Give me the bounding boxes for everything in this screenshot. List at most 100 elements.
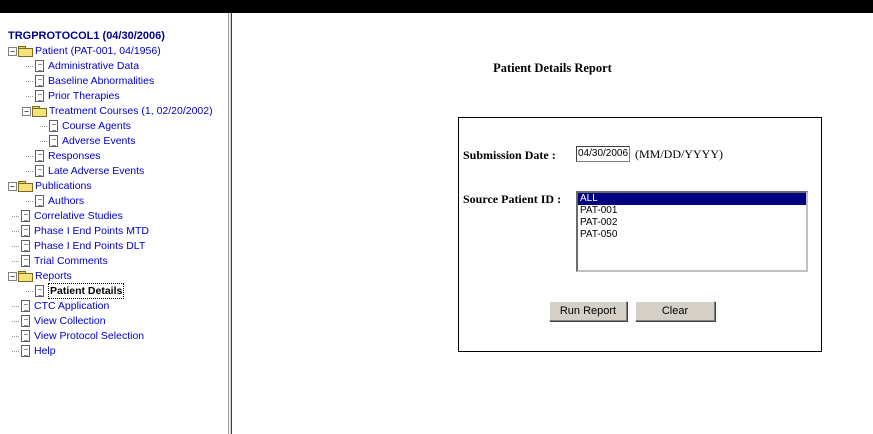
patient-option[interactable]: PAT-002 <box>578 217 806 229</box>
date-format-hint: (MM/DD/YYYY) <box>635 147 723 161</box>
tree-node[interactable]: Course Agents <box>8 119 165 134</box>
tree-node[interactable]: Responses <box>8 149 165 164</box>
submission-date-field[interactable]: 04/30/2006 <box>576 146 630 162</box>
source-patient-listbox[interactable]: ALL PAT-001 PAT-002 PAT-050 <box>576 191 808 272</box>
tree-node[interactable]: Trial Comments <box>8 254 165 269</box>
tree-node[interactable]: Phase I End Points MTD <box>8 224 165 239</box>
report-form: Submission Date : 04/30/2006 (MM/DD/YYYY… <box>458 117 822 352</box>
report-pane: Patient Details Report Submission Date :… <box>232 13 873 434</box>
report-title: Patient Details Report <box>493 61 612 75</box>
tree-node[interactable]: View Collection <box>8 314 165 329</box>
collapse-toggle-icon[interactable]: − <box>8 182 17 191</box>
collapse-toggle-icon[interactable]: − <box>8 47 17 56</box>
tree-node-label[interactable]: Prior Therapies <box>48 89 120 104</box>
tree-node-label[interactable]: View Collection <box>34 314 106 329</box>
folder-icon <box>18 46 33 57</box>
tree-node[interactable]: Administrative Data <box>8 59 165 74</box>
navigation-tree: TRGPROTOCOL1 (04/30/2006) − Patient (PAT-… <box>8 29 213 359</box>
tree-node-label[interactable]: Patient Details <box>48 283 125 299</box>
tree-connector <box>12 351 19 352</box>
tree-connector <box>12 306 19 307</box>
tree-node[interactable]: − Reports <box>8 269 165 284</box>
document-icon <box>35 285 44 297</box>
document-icon <box>21 255 30 267</box>
tree-node[interactable]: Authors <box>8 194 165 209</box>
submission-date-label: Submission Date : <box>463 148 556 162</box>
tree-node-label[interactable]: Phase I End Points DLT <box>34 239 145 254</box>
tree-node[interactable]: − Patient (PAT-001, 04/1956) <box>8 44 165 59</box>
tree-connector <box>26 156 33 157</box>
top-frame-bar <box>0 0 873 13</box>
tree-connector <box>12 336 19 337</box>
clear-button[interactable]: Clear <box>635 301 715 321</box>
document-icon <box>21 345 30 357</box>
collapse-toggle-icon[interactable]: − <box>22 107 31 116</box>
tree-node-label[interactable]: Reports <box>35 269 72 284</box>
tree-node-label[interactable]: View Protocol Selection <box>34 329 144 344</box>
document-icon <box>35 90 44 102</box>
tree-connector <box>12 231 19 232</box>
tree-node[interactable]: Phase I End Points DLT <box>8 239 165 254</box>
document-icon <box>35 75 44 87</box>
tree-connector <box>26 201 33 202</box>
tree-node-label[interactable]: Publications <box>35 179 92 194</box>
navigation-tree-pane: TRGPROTOCOL1 (04/30/2006) − Patient (PAT-… <box>0 13 229 434</box>
tree-connector <box>40 126 47 127</box>
document-icon <box>49 135 58 147</box>
tree-node-label[interactable]: Trial Comments <box>34 254 108 269</box>
document-icon <box>21 240 30 252</box>
tree-node-label[interactable]: Responses <box>48 149 101 164</box>
collapse-toggle-icon[interactable]: − <box>8 272 17 281</box>
document-icon <box>35 60 44 72</box>
tree-node-label[interactable]: Correlative Studies <box>34 209 123 224</box>
patient-option[interactable]: PAT-001 <box>578 205 806 217</box>
tree-node[interactable]: Prior Therapies <box>8 89 165 104</box>
tree-connector <box>26 66 33 67</box>
folder-icon <box>32 106 47 117</box>
tree-items: − Patient (PAT-001, 04/1956) Administrativ… <box>8 44 213 359</box>
document-icon <box>21 315 30 327</box>
protocol-title[interactable]: TRGPROTOCOL1 (04/30/2006) <box>8 29 165 44</box>
tree-node[interactable]: − Publications <box>8 179 165 194</box>
tree-node[interactable]: View Protocol Selection <box>8 329 165 344</box>
tree-connector <box>26 96 33 97</box>
tree-node-label[interactable]: CTC Application <box>34 299 109 314</box>
tree-node[interactable]: − Treatment Courses (1, 02/20/2002) <box>8 104 213 119</box>
tree-node-label[interactable]: Treatment Courses (1, 02/20/2002) <box>49 104 213 119</box>
tree-node-label[interactable]: Patient (PAT-001, 04/1956) <box>35 44 161 59</box>
tree-node[interactable]: Patient Details <box>8 283 165 299</box>
patient-option[interactable]: ALL <box>578 193 806 205</box>
tree-connector <box>12 321 19 322</box>
tree-node[interactable]: Baseline Abnormalities <box>8 74 165 89</box>
run-report-button[interactable]: Run Report <box>549 301 627 321</box>
document-icon <box>21 330 30 342</box>
document-icon <box>35 195 44 207</box>
tree-connector <box>26 171 33 172</box>
tree-node-label[interactable]: Baseline Abnormalities <box>48 74 154 89</box>
tree-node-label[interactable]: Adverse Events <box>62 134 136 149</box>
folder-icon <box>18 271 33 282</box>
tree-connector <box>12 261 19 262</box>
document-icon <box>21 225 30 237</box>
tree-node-label[interactable]: Administrative Data <box>48 59 139 74</box>
tree-node[interactable]: Correlative Studies <box>8 209 165 224</box>
patient-option[interactable]: PAT-050 <box>578 229 806 241</box>
document-icon <box>35 150 44 162</box>
tree-node[interactable]: Adverse Events <box>8 134 165 149</box>
tree-node[interactable]: Late Adverse Events <box>8 164 165 179</box>
document-icon <box>21 300 30 312</box>
tree-node-label[interactable]: Help <box>34 344 56 359</box>
folder-icon <box>18 181 33 192</box>
tree-connector <box>26 81 33 82</box>
tree-node-label[interactable]: Course Agents <box>62 119 131 134</box>
tree-node-label[interactable]: Authors <box>48 194 84 209</box>
tree-connector <box>40 141 47 142</box>
tree-connector <box>12 246 19 247</box>
tree-node[interactable]: CTC Application <box>8 299 165 314</box>
tree-node-label[interactable]: Phase I End Points MTD <box>34 224 149 239</box>
tree-connector <box>26 291 33 292</box>
tree-node[interactable]: Help <box>8 344 165 359</box>
document-icon <box>49 120 58 132</box>
tree-node-label[interactable]: Late Adverse Events <box>48 164 144 179</box>
document-icon <box>21 210 30 222</box>
